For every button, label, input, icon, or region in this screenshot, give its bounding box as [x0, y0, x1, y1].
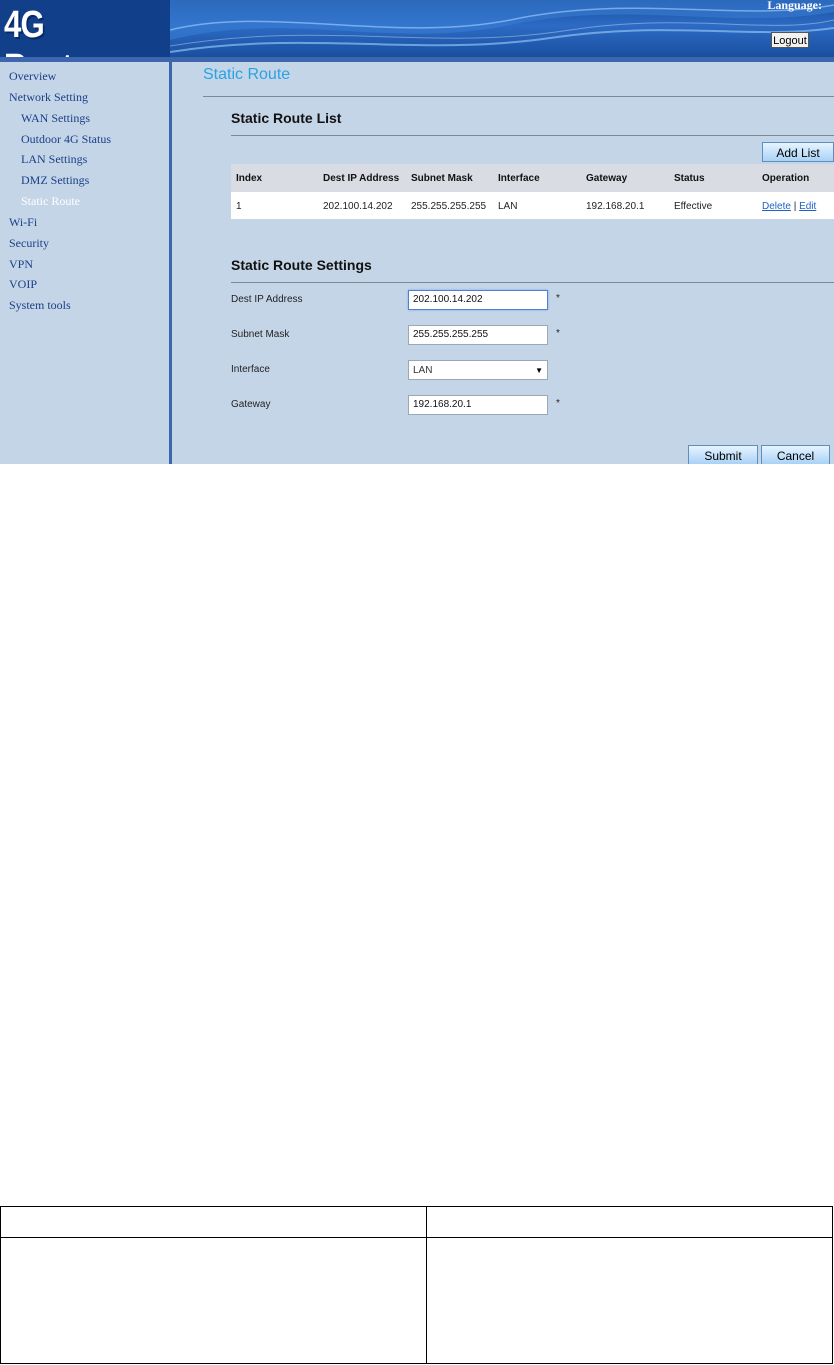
chevron-down-icon: ▼	[535, 365, 543, 375]
logout-button[interactable]: Logout	[771, 32, 809, 48]
sidebar-item-lan-settings[interactable]: LAN Settings	[21, 152, 87, 167]
settings-section-title: Static Route Settings	[231, 257, 372, 273]
interface-select[interactable]: LAN ▼	[408, 360, 548, 380]
sidebar-item-wifi[interactable]: Wi-Fi	[9, 215, 37, 230]
add-list-button[interactable]: Add List	[762, 142, 834, 162]
sidebar-item-vpn[interactable]: VPN	[9, 257, 33, 272]
required-mark: *	[556, 398, 560, 409]
column-header-operation: Operation	[762, 173, 810, 184]
subnet-mask-label: Subnet Mask	[231, 329, 290, 340]
main-content: Static Route Static Route List Add List …	[172, 62, 834, 464]
sidebar-item-system-tools[interactable]: System tools	[9, 298, 71, 313]
edit-link[interactable]: Edit	[799, 201, 816, 212]
column-header-mask: Subnet Mask	[411, 173, 473, 184]
subnet-mask-field[interactable]: 255.255.255.255	[408, 325, 548, 345]
cell-status: Effective	[674, 201, 713, 212]
language-label: Language:	[767, 0, 822, 12]
cell-mask: 255.255.255.255	[411, 201, 487, 212]
sidebar-item-outdoor-4g-status[interactable]: Outdoor 4G Status	[21, 132, 111, 147]
required-mark: *	[556, 328, 560, 339]
sidebar-item-voip[interactable]: VOIP	[9, 277, 37, 292]
interface-select-value: LAN	[413, 364, 433, 376]
table-row: 1 202.100.14.202 255.255.255.255 LAN 192…	[231, 192, 834, 219]
dest-ip-field[interactable]: 202.100.14.202	[408, 290, 548, 310]
cell-dest-ip: 202.100.14.202	[323, 201, 393, 212]
document-table-column-divider	[426, 1207, 427, 1363]
sidebar-item-security[interactable]: Security	[9, 236, 49, 251]
cancel-button[interactable]: Cancel	[761, 445, 830, 464]
dest-ip-label: Dest IP Address	[231, 294, 303, 305]
gateway-field[interactable]: 192.168.20.1	[408, 395, 548, 415]
sidebar-item-overview[interactable]: Overview	[9, 69, 56, 84]
submit-button[interactable]: Submit	[688, 445, 758, 464]
cell-operation: Delete | Edit	[762, 201, 816, 212]
interface-label: Interface	[231, 364, 270, 375]
sidebar-item-network-setting[interactable]: Network Setting	[9, 90, 88, 105]
sidebar-nav: Overview Network Setting WAN Settings Ou…	[0, 62, 169, 464]
table-header: Index Dest IP Address Subnet Mask Interf…	[231, 164, 834, 192]
logo: 4G Router	[0, 0, 170, 89]
list-section-divider	[231, 135, 834, 136]
column-header-interface: Interface	[498, 173, 540, 184]
column-header-index: Index	[236, 173, 263, 184]
gateway-label: Gateway	[231, 399, 271, 410]
column-header-dest-ip: Dest IP Address	[323, 173, 400, 184]
header-banner: 4G Router Language: Logout	[0, 0, 834, 89]
list-section-title: Static Route List	[231, 110, 342, 126]
delete-link[interactable]: Delete	[762, 201, 791, 212]
header-wave-graphic	[170, 0, 834, 53]
settings-section-divider	[231, 282, 834, 283]
cell-index: 1	[236, 201, 242, 212]
sidebar-item-wan-settings[interactable]: WAN Settings	[21, 111, 90, 126]
cell-interface: LAN	[498, 201, 518, 212]
column-header-status: Status	[674, 173, 705, 184]
sidebar-item-dmz-settings[interactable]: DMZ Settings	[21, 173, 89, 188]
page-title: Static Route	[203, 66, 291, 83]
sidebar-item-static-route[interactable]: Static Route	[21, 194, 80, 209]
cell-gateway: 192.168.20.1	[586, 201, 645, 212]
document-table	[0, 1206, 833, 1364]
router-admin-window: 4G Router Language: Logout Overview Netw…	[0, 0, 834, 464]
document-table-header-divider	[1, 1237, 832, 1238]
title-divider	[203, 96, 834, 97]
required-mark: *	[556, 293, 560, 304]
operation-separator: |	[793, 201, 797, 212]
column-header-gateway: Gateway	[586, 173, 628, 184]
